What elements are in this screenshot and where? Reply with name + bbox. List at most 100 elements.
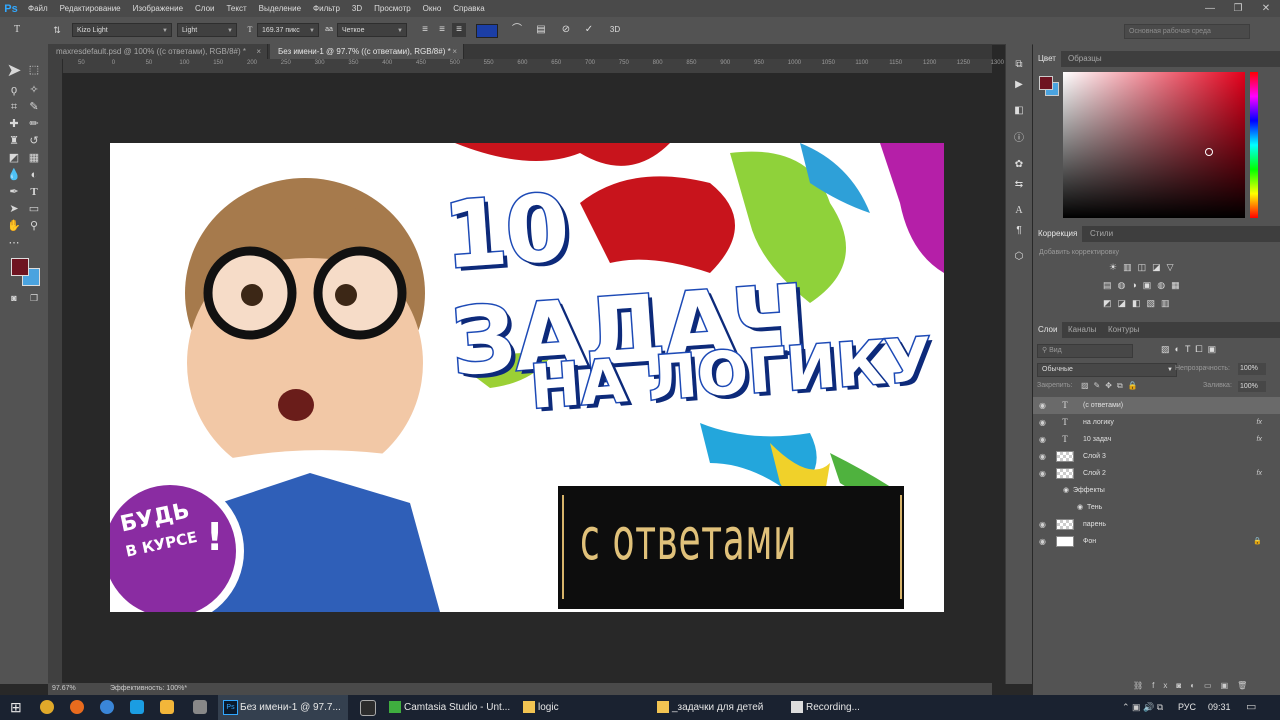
menu-edit[interactable]: Редактирование — [54, 4, 127, 13]
stamp-tool-icon[interactable]: ♜ — [5, 133, 23, 149]
taskbar-camtasia[interactable]: Camtasia Studio - Unt... — [386, 695, 516, 720]
blur-tool-icon[interactable]: 💧 — [5, 167, 23, 183]
cancel-icon[interactable]: ⊘ — [559, 23, 573, 37]
adjust-icons-row1[interactable]: ☀▥◫◪▽ — [1109, 262, 1180, 273]
hue-slider[interactable] — [1250, 72, 1258, 218]
3d-panel-icon[interactable]: ⬡ — [1012, 250, 1026, 264]
tab-styles[interactable]: Стили — [1085, 226, 1118, 242]
warp-text-icon[interactable]: ⌒ — [510, 23, 524, 37]
fx-icon[interactable]: fx — [1257, 465, 1262, 482]
menu-type[interactable]: Текст — [220, 4, 252, 13]
path-select-icon[interactable]: ➤ — [5, 201, 23, 217]
fill-field[interactable]: 100% — [1238, 381, 1266, 392]
menu-window[interactable]: Окно — [417, 4, 448, 13]
dodge-tool-icon[interactable]: ◐ — [25, 167, 43, 183]
clone-source-icon[interactable]: ⇆ — [1012, 178, 1026, 192]
layer-row[interactable]: ◉ T (с ответами) — [1033, 397, 1280, 414]
crop-tool-icon[interactable]: ⌗ — [5, 99, 23, 115]
3d-button[interactable]: 3D — [606, 23, 624, 37]
info-panel-icon[interactable]: ⓘ — [1012, 132, 1026, 146]
color-panel-foreground[interactable] — [1039, 76, 1053, 90]
tab-adjustments[interactable]: Коррекция — [1033, 226, 1083, 242]
eye-icon[interactable]: ◉ — [1063, 482, 1069, 499]
layer-row[interactable]: ◉ Слой 2 fx — [1033, 465, 1280, 482]
color-picker-cursor[interactable] — [1205, 148, 1213, 156]
layer-row[interactable]: ◉ T 10 задач fx — [1033, 431, 1280, 448]
layer-filter-icons[interactable]: ▨◐T⧠▣ — [1161, 344, 1221, 355]
font-size-select[interactable]: 169.37 пикс ▼ — [257, 23, 319, 37]
eyedropper-icon[interactable]: ✎ — [25, 99, 43, 115]
screen-mode-icon[interactable]: ❐ — [25, 290, 43, 306]
close-tab-icon[interactable]: × — [256, 44, 261, 59]
fx-icon[interactable]: fx — [1257, 414, 1262, 431]
menu-layers[interactable]: Слои — [189, 4, 220, 13]
antialias-select[interactable]: Четкое ▼ — [337, 23, 407, 37]
actions-panel-icon[interactable]: ▶ — [1012, 78, 1026, 92]
menu-select[interactable]: Выделение — [253, 4, 307, 13]
tab-channels[interactable]: Каналы — [1063, 322, 1101, 338]
layer-row[interactable]: ◉ Слой 3 — [1033, 448, 1280, 465]
eye-icon[interactable]: ◉ — [1077, 499, 1083, 516]
calculator-icon[interactable] — [193, 700, 207, 714]
brush-tool-icon[interactable]: ✏ — [25, 116, 43, 132]
close-window-button[interactable]: ✕ — [1252, 0, 1280, 17]
more-tools-icon[interactable]: ⋯ — [5, 235, 23, 251]
adjust-icons-row3[interactable]: ◩◪◧▧▥ — [1103, 298, 1176, 309]
foreground-color-swatch[interactable] — [11, 258, 29, 276]
layer-filter-select[interactable]: ⚲ Вид — [1037, 344, 1133, 358]
eye-icon[interactable]: ◉ — [1039, 414, 1046, 431]
windows-start-icon[interactable]: ⊞ — [10, 695, 22, 720]
menu-help[interactable]: Справка — [447, 4, 490, 13]
menu-3d[interactable]: 3D — [346, 4, 368, 13]
layer-row[interactable]: ◉ парень — [1033, 516, 1280, 533]
taskbar-logic[interactable]: logic — [520, 695, 650, 720]
align-right-icon[interactable]: ≡ — [452, 23, 466, 37]
text-tool-icon[interactable]: T — [25, 184, 43, 200]
hand-tool-icon[interactable]: ✋ — [5, 218, 23, 234]
layer-row[interactable]: ◉ Tна логику fx — [1033, 414, 1280, 431]
color-picker-field[interactable] — [1063, 72, 1245, 218]
adjust-icons-row2[interactable]: ▤◍◑▣◍▦ — [1103, 280, 1186, 291]
quick-mask-icon[interactable]: ◙ — [5, 290, 23, 306]
skype-icon[interactable] — [130, 700, 144, 714]
firefox-icon[interactable] — [70, 700, 84, 714]
document-canvas[interactable]: 10 ЗАДАЧ НА ЛОГИКУ БУДЬ В КУРСЕ ! с отве… — [110, 143, 944, 612]
pen-tool-icon[interactable]: ✒ — [5, 184, 23, 200]
properties-panel-icon[interactable]: ◧ — [1012, 104, 1026, 118]
paragraph-icon[interactable]: ¶ — [1012, 224, 1026, 238]
tab-maxresdefault[interactable]: maxresdefault.psd @ 100% ((с ответами), … — [48, 44, 268, 59]
character-panel-icon[interactable]: ▤ — [534, 23, 548, 37]
gradient-tool-icon[interactable]: ▦ — [25, 150, 43, 166]
menu-view[interactable]: Просмотр — [368, 4, 417, 13]
font-style-select[interactable]: Light ▼ — [177, 23, 237, 37]
blend-mode-select[interactable]: Обычные ▼ — [1037, 363, 1177, 377]
eye-icon[interactable]: ◉ — [1039, 431, 1046, 448]
commit-icon[interactable]: ✓ — [582, 23, 596, 37]
language-indicator[interactable]: РУС — [1178, 695, 1196, 720]
fx-icon[interactable]: fx — [1257, 431, 1262, 448]
healing-brush-icon[interactable]: ✚ — [5, 116, 23, 132]
menu-file[interactable]: Файл — [22, 4, 54, 13]
eye-icon[interactable]: ◉ — [1039, 533, 1046, 550]
move-tool-icon[interactable]: ➤ — [5, 61, 23, 79]
layer-row[interactable]: ◉ Эффекты — [1033, 482, 1280, 499]
close-tab-icon[interactable]: × — [452, 44, 457, 59]
opacity-field[interactable]: 100% — [1238, 363, 1266, 375]
zoom-level[interactable]: 97.67% — [52, 683, 76, 695]
align-left-icon[interactable]: ≡ — [418, 23, 432, 37]
lasso-tool-icon[interactable]: ϙ — [5, 82, 23, 98]
zoom-tool-icon[interactable]: ⚲ — [25, 218, 43, 234]
chrome-icon[interactable] — [40, 700, 54, 714]
tab-layers[interactable]: Слои — [1033, 322, 1063, 338]
tab-paths[interactable]: Контуры — [1103, 322, 1144, 338]
taskbar-zadachki[interactable]: _задачки для детей — [654, 695, 784, 720]
font-family-select[interactable]: Kizo Light ▼ — [72, 23, 172, 37]
layer-row[interactable]: ◉ Тень — [1033, 499, 1280, 516]
tray-icons[interactable]: ⌃ ▣ 🔊 ⧉ — [1122, 695, 1163, 720]
taskbar-photoshop[interactable]: Ps Без имени-1 @ 97.7... — [218, 695, 348, 720]
brush-presets-icon[interactable]: ✿ — [1012, 158, 1026, 172]
eye-icon[interactable]: ◉ — [1039, 448, 1046, 465]
layers-footer-icons[interactable]: ⛓fx◙◐▭▣🗑 — [1133, 681, 1256, 690]
marquee-tool-icon[interactable]: ⬚ — [25, 62, 43, 78]
minimize-button[interactable]: — — [1196, 0, 1224, 17]
